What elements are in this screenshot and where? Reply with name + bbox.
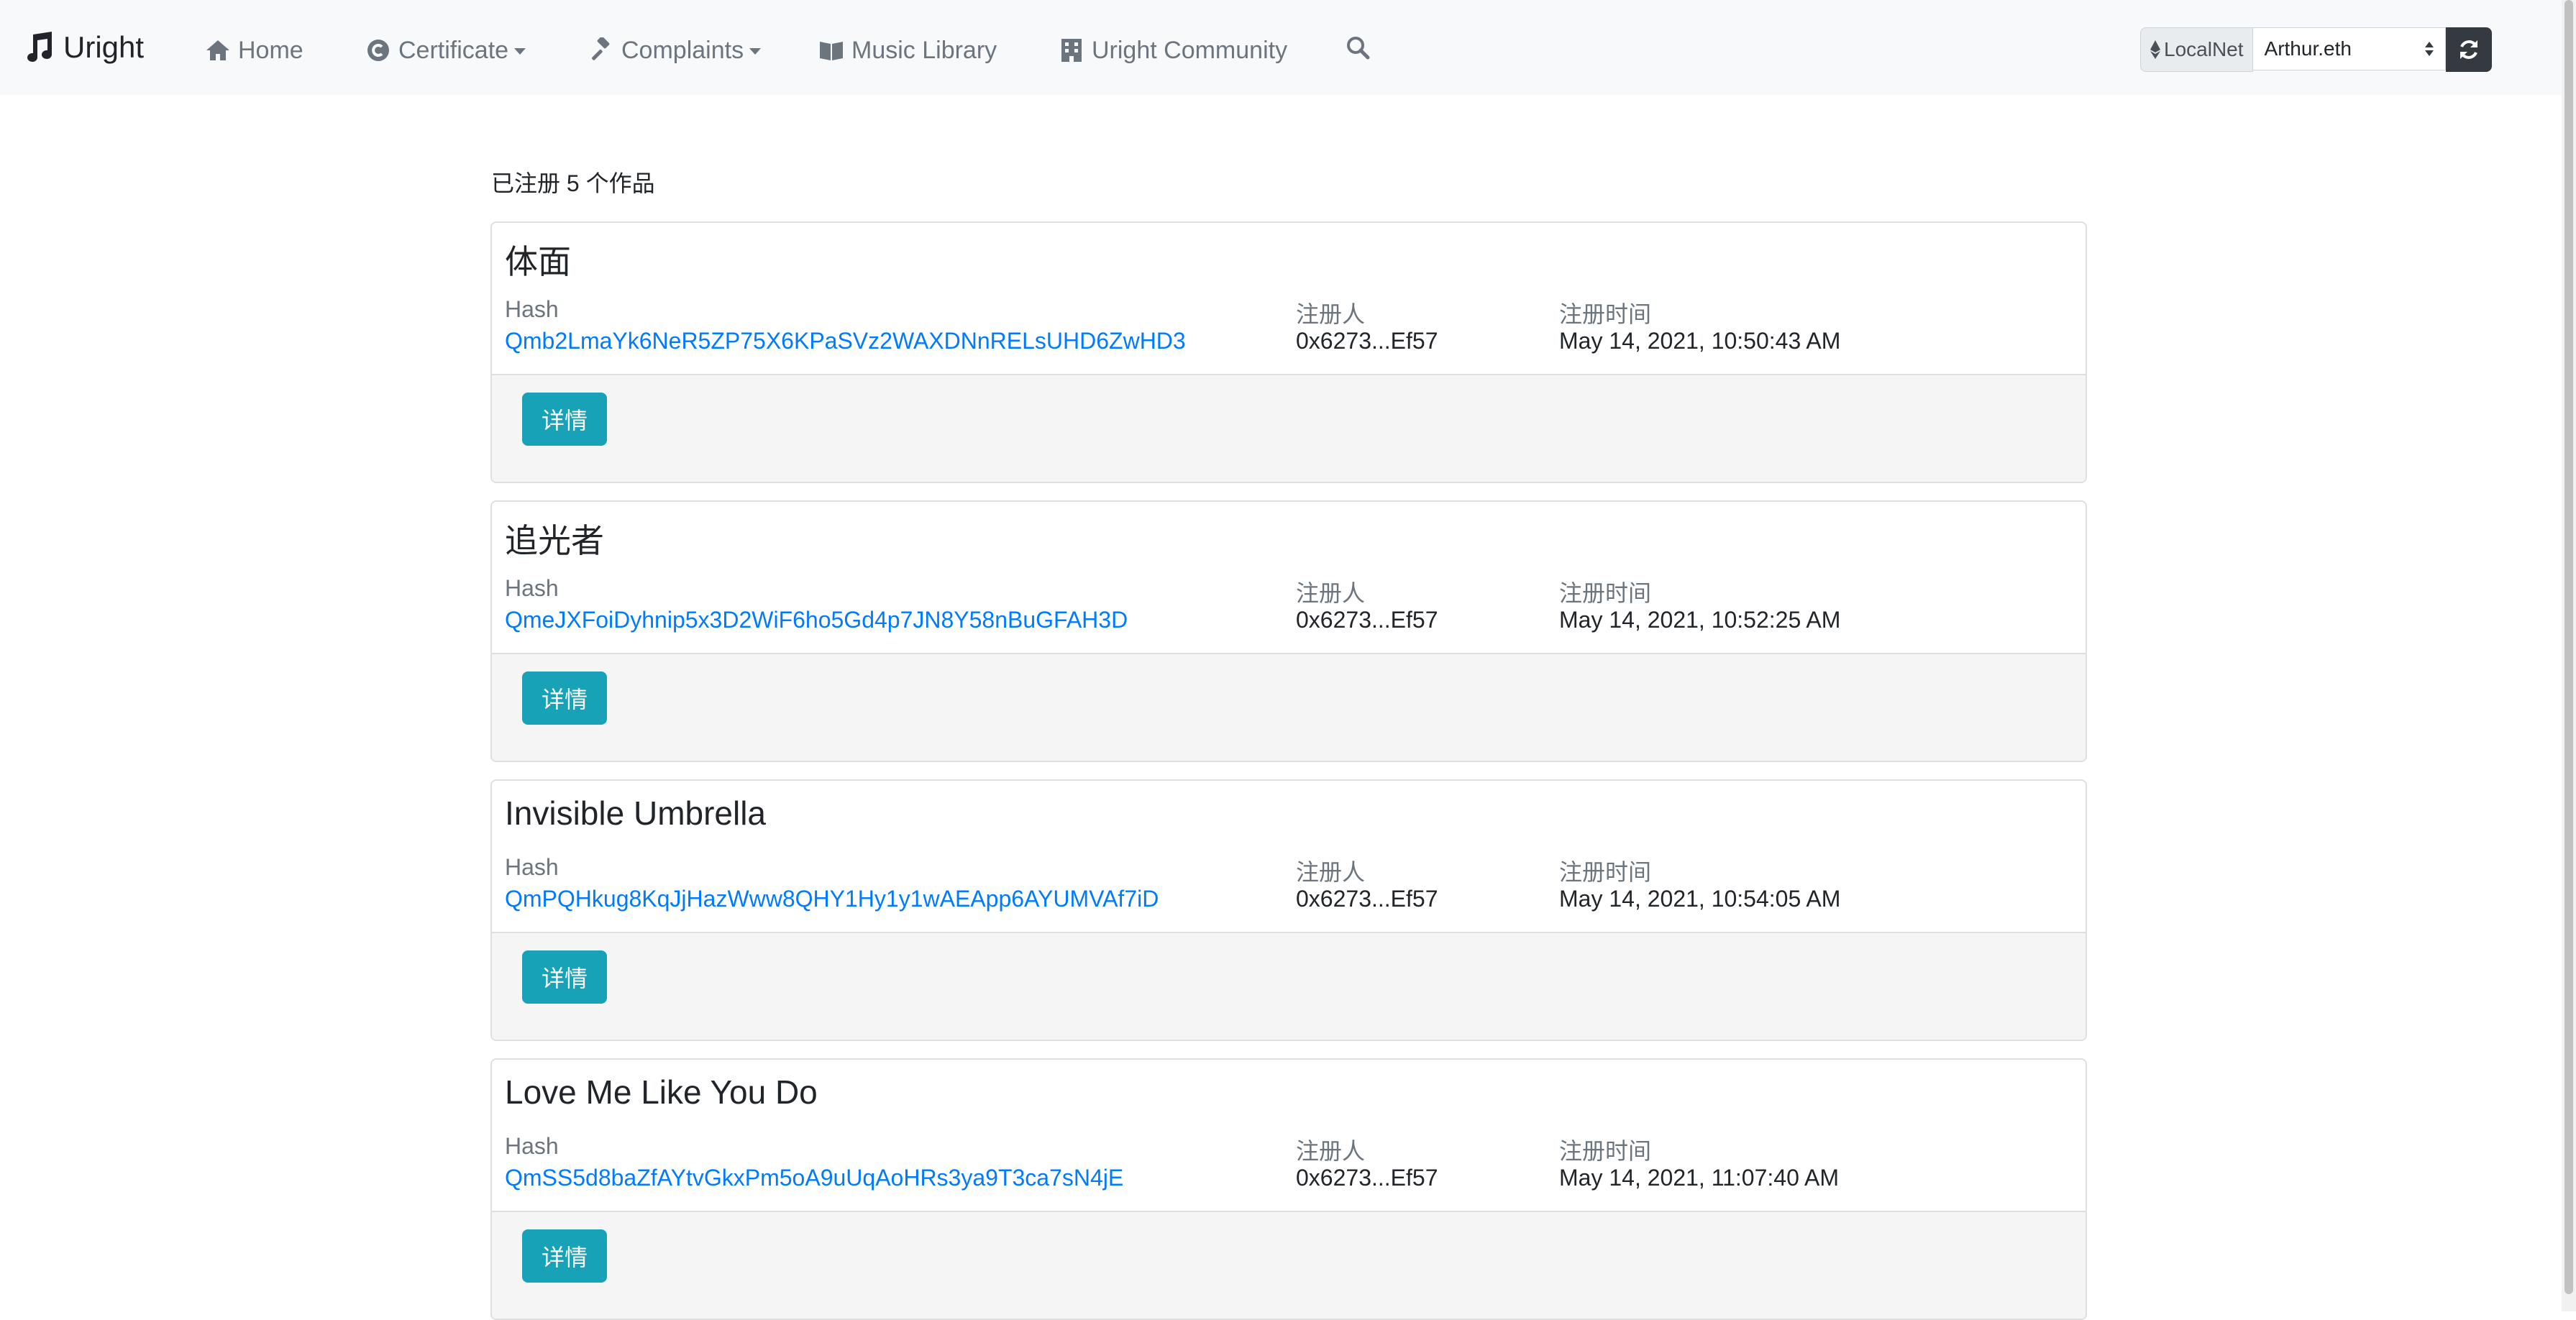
card-footer: 详情 (492, 374, 2086, 482)
copyright-icon (367, 40, 389, 61)
registrant-label: 注册人 (1296, 301, 1366, 327)
hash-link[interactable]: QmPQHkug8KqJjHazWww8QHY1Hy1y1wAEApp6AYUM… (505, 886, 1159, 912)
account-select[interactable]: Arthur.eth (2252, 27, 2446, 70)
nav-item-label: Complaints (621, 36, 744, 64)
registrant-value: 0x6273...Ef57 (1296, 607, 1438, 633)
navbar: Uright Home Certificate Complaints Music… (0, 0, 2576, 95)
network-account-group: LocalNet Arthur.eth (2140, 27, 2492, 72)
work-title: Invisible Umbrella (505, 794, 767, 832)
hash-value[interactable]: QmPQHkug8KqJjHazWww8QHY1Hy1y1wAEApp6AYUM… (505, 886, 1159, 912)
time-value: May 14, 2021, 10:52:25 AM (1559, 607, 1841, 633)
hash-value[interactable]: Qmb2LmaYk6NeR5ZP75X6KPaSVz2WAXDNnRELsUHD… (505, 328, 1186, 354)
nav-item-label: Certificate (398, 36, 509, 64)
card-footer: 详情 (492, 1211, 2086, 1319)
detail-button[interactable]: 详情 (522, 950, 607, 1004)
chevron-down-icon (514, 47, 526, 55)
detail-button[interactable]: 详情 (522, 1229, 607, 1283)
card-footer: 详情 (492, 653, 2086, 761)
hash-label: Hash (505, 854, 559, 880)
nav-item-certificate[interactable]: Certificate (365, 30, 526, 70)
network-label: LocalNet (2164, 38, 2244, 60)
scrollbar-thumb[interactable] (2564, 0, 2573, 1294)
home-icon (206, 40, 229, 60)
registrant-value: 0x6273...Ef57 (1296, 886, 1438, 912)
time-label: 注册时间 (1559, 580, 1652, 606)
work-title: 追光者 (505, 522, 604, 559)
nav-item-label: Music Library (851, 36, 997, 64)
select-arrows-icon (2424, 42, 2434, 56)
time-value: May 14, 2021, 10:54:05 AM (1559, 886, 1841, 912)
hash-label: Hash (505, 1133, 559, 1159)
registered-count: 已注册 5 个作品 (491, 170, 655, 196)
work-card: 追光者 Hash QmeJXFoiDyhnip5x3D2WiF6ho5Gd4p7… (490, 500, 2087, 762)
nav-item-home[interactable]: Home (205, 30, 303, 70)
registrant-value: 0x6273...Ef57 (1296, 328, 1438, 354)
time-label: 注册时间 (1559, 1138, 1652, 1164)
search-icon[interactable] (1345, 35, 1371, 60)
chevron-down-icon (749, 47, 762, 55)
work-title: 体面 (505, 243, 571, 280)
work-title: Love Me Like You Do (505, 1073, 818, 1111)
detail-button[interactable]: 详情 (522, 393, 607, 446)
hash-link[interactable]: Qmb2LmaYk6NeR5ZP75X6KPaSVz2WAXDNnRELsUHD… (505, 328, 1186, 354)
hash-value[interactable]: QmSS5d8baZfAYtvGkxPm5oA9uUqAoHRs3ya9T3ca… (505, 1165, 1123, 1191)
time-label: 注册时间 (1559, 301, 1652, 327)
account-select-value: Arthur.eth (2264, 37, 2352, 60)
registrant-label: 注册人 (1296, 1138, 1366, 1164)
hash-link[interactable]: QmeJXFoiDyhnip5x3D2WiF6ho5Gd4p7JN8Y58nBu… (505, 607, 1128, 633)
work-card: 体面 Hash Qmb2LmaYk6NeR5ZP75X6KPaSVz2WAXDN… (490, 221, 2087, 483)
card-footer: 详情 (492, 932, 2086, 1040)
brand-label: Uright (63, 30, 145, 64)
time-value: May 14, 2021, 11:07:40 AM (1559, 1165, 1839, 1191)
building-icon (1061, 39, 1082, 62)
hash-value[interactable]: QmeJXFoiDyhnip5x3D2WiF6ho5Gd4p7JN8Y58nBu… (505, 607, 1128, 633)
work-card: Invisible Umbrella Hash QmPQHkug8KqJjHaz… (490, 779, 2087, 1041)
refresh-button[interactable] (2445, 27, 2492, 72)
nav-item-music-library[interactable]: Music Library (818, 30, 997, 70)
time-value: May 14, 2021, 10:50:43 AM (1559, 328, 1841, 354)
hash-label: Hash (505, 575, 559, 601)
gavel-icon (592, 37, 610, 60)
brand-link[interactable]: Uright (22, 27, 144, 68)
book-icon (820, 42, 843, 60)
ethereum-icon (2150, 40, 2160, 59)
music-note-icon (27, 32, 52, 62)
detail-button[interactable]: 详情 (522, 672, 607, 725)
time-label: 注册时间 (1559, 859, 1652, 885)
nav-item-label: Uright Community (1092, 36, 1288, 64)
nav-item-complaints[interactable]: Complaints (588, 30, 762, 70)
nav-item-label: Home (238, 36, 303, 64)
registrant-label: 注册人 (1296, 580, 1366, 606)
nav-item-uright-community[interactable]: Uright Community (1059, 30, 1287, 70)
refresh-icon (2459, 40, 2477, 59)
hash-link[interactable]: QmSS5d8baZfAYtvGkxPm5oA9uUqAoHRs3ya9T3ca… (505, 1165, 1123, 1191)
hash-label: Hash (505, 296, 559, 322)
registrant-value: 0x6273...Ef57 (1296, 1165, 1438, 1191)
network-badge: LocalNet (2140, 27, 2253, 72)
registrant-label: 注册人 (1296, 859, 1366, 885)
work-card: Love Me Like You Do Hash QmSS5d8baZfAYtv… (490, 1058, 2087, 1320)
